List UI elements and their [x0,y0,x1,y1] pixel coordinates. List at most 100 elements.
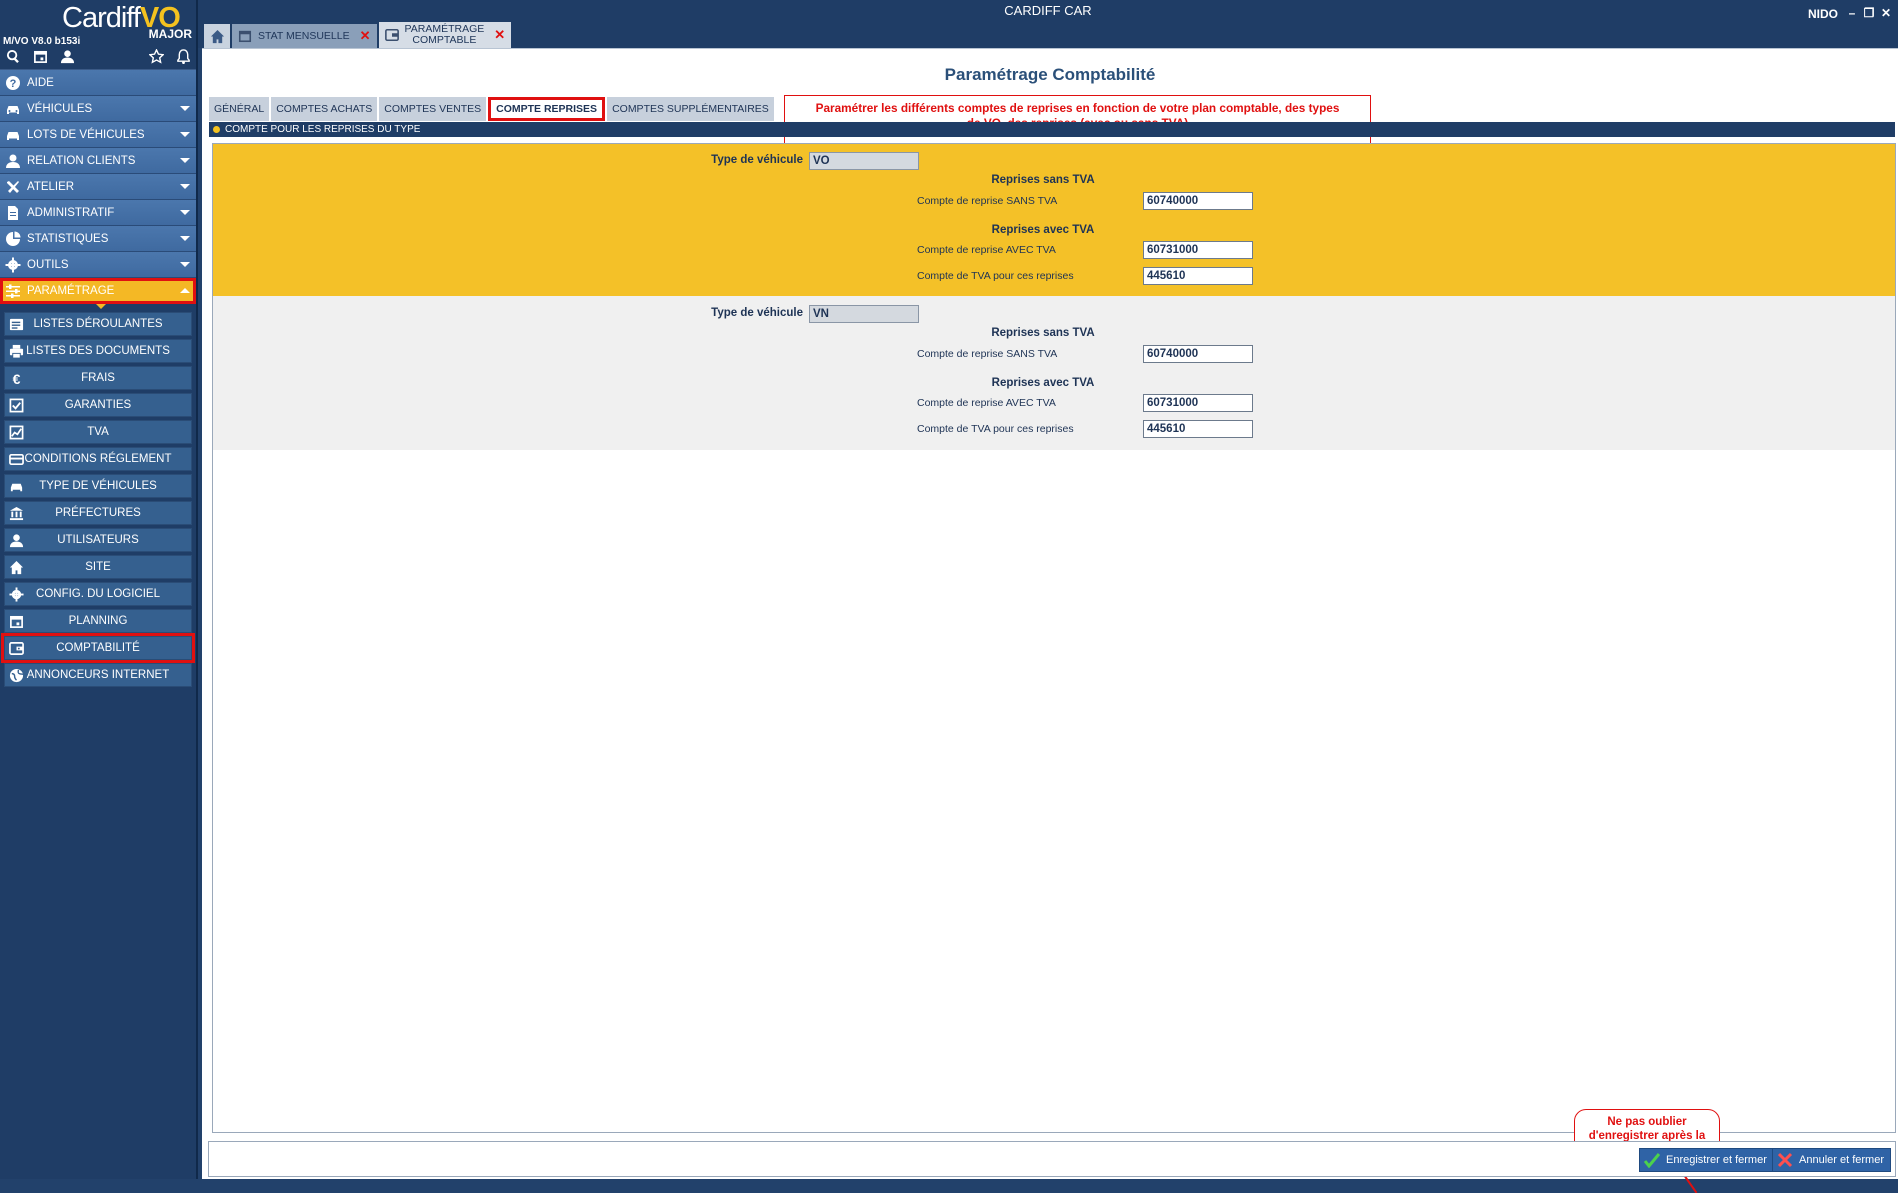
sidebar-item-label: SITE [85,561,111,573]
compte-avec-tva-input[interactable]: 60731000 [1143,394,1253,412]
chevron-up-icon [180,288,190,293]
compte-sans-tva-input[interactable]: 60740000 [1143,345,1253,363]
nav-relation-clients[interactable]: RELATION CLIENTS [0,148,196,174]
gear-icon [8,586,25,603]
bank-icon [8,505,25,522]
tab-comptes-achats[interactable]: COMPTES ACHATS [271,97,378,121]
accounting-icon [384,28,399,42]
chevron-down-icon [180,236,190,241]
bullet-icon [213,126,220,133]
help-icon: ? [4,74,22,92]
nav-parametrage[interactable]: PARAMÉTRAGE [0,278,196,309]
nav-label: RELATION CLIENTS [27,154,136,167]
checkbox-icon [8,397,25,414]
chevron-down-icon [180,106,190,111]
label-compte-tva: Compte de TVA pour ces reprises [917,423,1074,435]
nav-statistiques[interactable]: STATISTIQUES [0,226,196,252]
label-compte-avec-tva: Compte de reprise AVEC TVA [917,397,1056,409]
card-icon [8,451,25,468]
sidebar: CardiffVO MAJOR M/VO V8.0 b153i ? AIDE V… [0,0,198,1179]
nav-aide[interactable]: ? AIDE [0,70,196,96]
euro-icon: € [8,370,25,387]
sidebar-item-type-de-vehicules[interactable]: TYPE DE VÉHICULES [4,474,192,498]
chevron-down-icon [180,158,190,163]
nav-label: ADMINISTRATIF [27,206,115,219]
compte-sans-tva-input[interactable]: 60740000 [1143,192,1253,210]
calendar-icon[interactable] [31,48,49,66]
nav-label: ATELIER [27,180,75,193]
tab-compte-reprises[interactable]: COMPTE REPRISES [488,97,606,121]
person-icon [4,152,22,170]
nav-outils[interactable]: OUTILS [0,252,196,278]
page-title: Paramétrage Comptabilité [944,65,1156,84]
tab-label: STAT MENSUELLE [258,29,350,42]
nav-administratif[interactable]: ADMINISTRATIF [0,200,196,226]
sidebar-item-planning[interactable]: PLANNING [4,609,192,633]
close-icon[interactable]: ✕ [494,27,505,43]
sidebar-item-label: PLANNING [68,615,128,627]
search-icon[interactable] [4,48,22,66]
section-header: COMPTE POUR LES REPRISES DU TYPE [209,122,1895,137]
sidebar-item-config-du-logiciel[interactable]: CONFIG. DU LOGICIEL [4,582,192,606]
label-compte-avec-tva: Compte de reprise AVEC TVA [917,244,1056,256]
printer-icon [8,343,25,360]
home-icon [8,559,25,576]
sidebar-item-utilisateurs[interactable]: UTILISATEURS [4,528,192,552]
sidebar-item-garanties[interactable]: GARANTIES [4,393,192,417]
user-icon[interactable] [58,48,76,66]
tab-stat-mensuelle[interactable]: STAT MENSUELLE ✕ [232,24,377,48]
nav-vehicules[interactable]: VÉHICULES [0,96,196,122]
edition-label: MAJOR [148,27,192,41]
sidebar-item-conditions-reglement[interactable]: CONDITIONS RÉGLEMENT [4,447,192,471]
nav-atelier[interactable]: ATELIER [0,174,196,200]
svg-text:?: ? [10,78,17,90]
star-icon[interactable] [147,48,165,66]
vehicle-type-block-vo: Type de véhicule VO Reprises sans TVA Co… [213,144,1895,296]
sidebar-item-frais[interactable]: € FRAIS [4,366,192,390]
tab-general[interactable]: GÉNÉRAL [209,97,270,121]
minimize-icon[interactable]: – [1846,6,1858,20]
close-icon[interactable]: ✕ [360,28,371,44]
sidebar-item-comptabilite[interactable]: COMPTABILITÉ [1,633,195,663]
sidebar-item-label: UTILISATEURS [57,534,139,546]
section-title: COMPTE POUR LES REPRISES DU TYPE [225,124,421,135]
sidebar-item-tva[interactable]: TVA [4,420,192,444]
compte-tva-input[interactable]: 445610 [1143,420,1253,438]
action-footer: Enregistrer et fermer Annuler et fermer [208,1141,1896,1177]
home-tab[interactable] [204,24,230,48]
globe-icon [8,667,25,684]
nav-lots-de-vehicules[interactable]: LOTS DE VÉHICULES [0,122,196,148]
sidebar-item-label: PRÉFECTURES [55,507,141,519]
nav-label: OUTILS [27,258,69,271]
nav-label: LOTS DE VÉHICULES [27,128,145,141]
window-title: CARDIFF CAR [1004,3,1092,18]
nav-label: STATISTIQUES [27,232,109,245]
cancel-and-close-button[interactable]: Annuler et fermer [1772,1148,1891,1172]
nav-label: VÉHICULES [27,102,93,115]
tab-comptes-supplementaires[interactable]: COMPTES SUPPLÉMENTAIRES [607,97,774,121]
compte-avec-tva-input[interactable]: 60731000 [1143,241,1253,259]
wallet-icon [8,640,25,657]
calendar-icon [8,613,25,630]
sidebar-item-annonceurs-internet[interactable]: ANNONCEURS INTERNET [4,663,192,687]
close-window-icon[interactable]: ✕ [1880,6,1892,20]
sidebar-item-listes-deroulantes[interactable]: LISTES DÉROULANTES [4,312,192,336]
label-compte-sans-tva: Compte de reprise SANS TVA [917,195,1058,207]
group-title-avec-tva: Reprises avec TVA [991,377,1095,389]
vehicle-type-field: VN [809,305,919,323]
restore-icon[interactable]: ❐ [1863,6,1875,20]
tab-parametrage-comptable[interactable]: PARAMÉTRAGE COMPTABLE ✕ [378,22,512,48]
sidebar-item-listes-des-documents[interactable]: LISTES DES DOCUMENTS [4,339,192,363]
compte-tva-input[interactable]: 445610 [1143,267,1253,285]
sidebar-item-site[interactable]: SITE [4,555,192,579]
tab-comptes-ventes[interactable]: COMPTES VENTES [379,97,487,121]
save-and-close-button[interactable]: Enregistrer et fermer [1639,1148,1774,1172]
title-bar: CARDIFF CAR NIDO – ❐ ✕ STAT MENSUELLE ✕ … [198,0,1898,48]
notification-bell-icon[interactable] [174,48,192,66]
sliders-icon [4,282,22,300]
group-title-sans-tva: Reprises sans TVA [991,327,1095,339]
document-tabs: STAT MENSUELLE ✕ PARAMÉTRAGE COMPTABLE ✕ [204,22,512,48]
tab-label: PARAMÉTRAGE COMPTABLE [404,23,485,46]
sidebar-item-prefectures[interactable]: PRÉFECTURES [4,501,192,525]
version-label: M/VO V8.0 b153i [3,36,81,47]
